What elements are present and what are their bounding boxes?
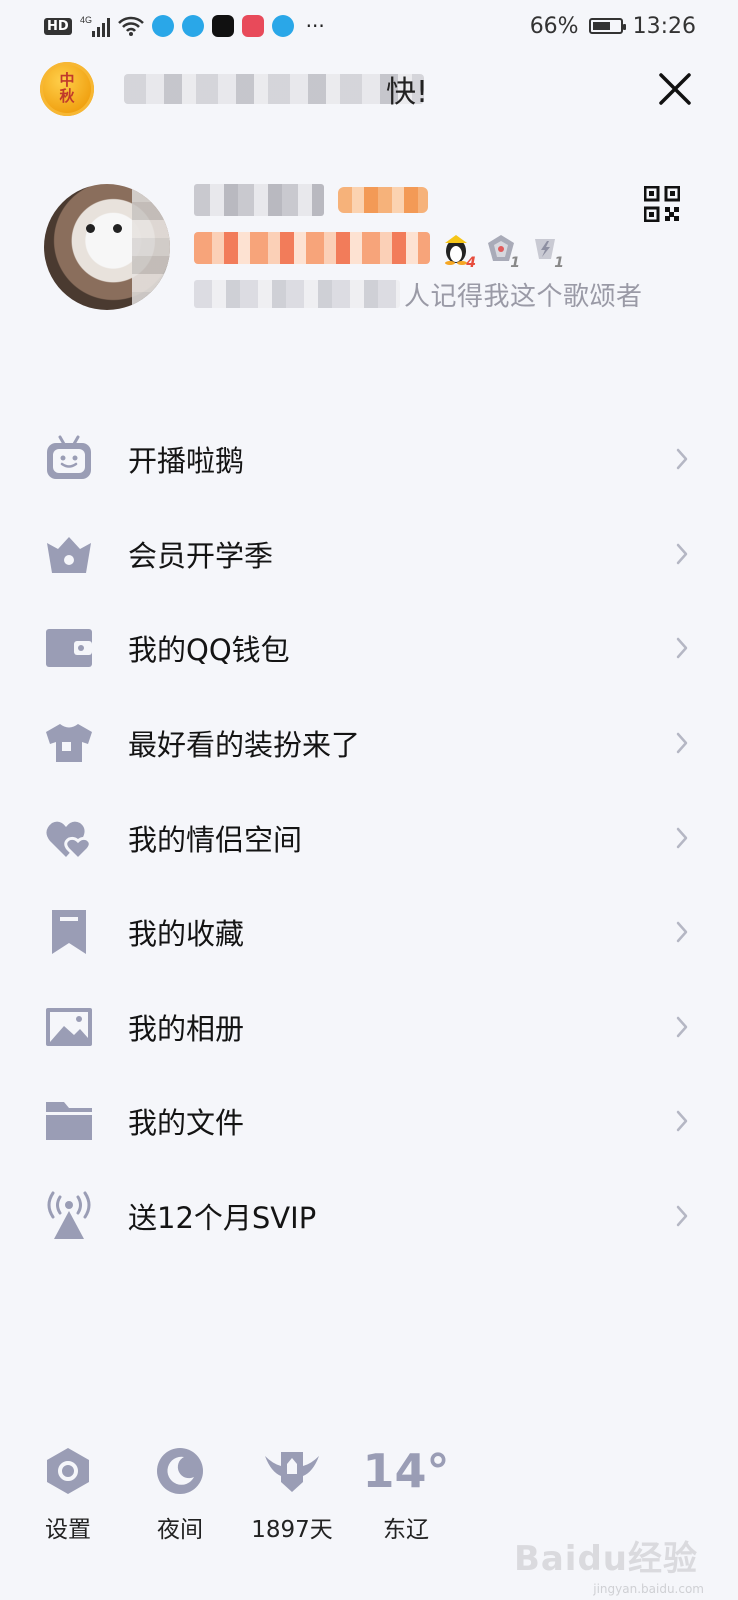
badge-count: 1 — [510, 255, 520, 271]
weather-button[interactable]: 14° 东辽 — [356, 1440, 456, 1550]
photo-icon — [44, 1002, 94, 1052]
menu-item-label: 送12个月SVIP — [128, 1201, 317, 1236]
bookmark-icon — [44, 907, 94, 957]
menu-item-wallet[interactable]: 我的QQ钱包 — [0, 601, 738, 696]
chevron-right-icon — [676, 732, 688, 754]
battery-icon — [588, 18, 626, 34]
broadcast-icon — [44, 1191, 94, 1241]
network-type: 4G — [80, 15, 92, 25]
name-row — [194, 182, 428, 218]
folder-icon — [44, 1096, 94, 1146]
qq-app-icon — [151, 15, 174, 37]
qq-age-label: 1897天 — [251, 1517, 333, 1543]
badge-count: 1 — [554, 255, 564, 271]
menu-item-couple-space[interactable]: 我的情侣空间 — [0, 790, 738, 885]
hd-indicator: HD — [44, 17, 72, 35]
badge-char-bottom: 秋 — [59, 87, 75, 105]
clock: 13:26 — [632, 13, 696, 39]
menu-item-vip-season[interactable]: 会员开学季 — [0, 507, 738, 602]
location-label: 东辽 — [383, 1517, 429, 1543]
pixelated-nickname — [194, 184, 324, 216]
menu-item-svip-gift[interactable]: 送12个月SVIP — [0, 1169, 738, 1264]
wifi-icon — [117, 15, 144, 37]
wallet-icon — [44, 623, 94, 673]
banner-message[interactable]: 快! — [124, 62, 698, 116]
winged-badge-icon — [261, 1440, 323, 1502]
settings-icon — [37, 1440, 99, 1502]
menu-item-favorites[interactable]: 我的收藏 — [0, 885, 738, 980]
mid-autumn-badge-icon[interactable]: 中 秋 — [40, 62, 94, 116]
signature-text: 人记得我这个歌颂者 — [404, 281, 643, 312]
qq-age-button[interactable]: 1897天 — [242, 1440, 342, 1550]
battery-percent: 66% — [529, 13, 579, 39]
settings-button[interactable]: 设置 — [18, 1440, 118, 1550]
pixelated-vip-badge — [338, 187, 428, 213]
close-button[interactable] — [652, 66, 698, 112]
chevron-right-icon — [676, 638, 688, 659]
menu-item-themes[interactable]: 最好看的装扮来了 — [0, 696, 738, 791]
chevron-right-icon — [676, 1016, 688, 1038]
menu-item-live[interactable]: 开播啦鹅 — [0, 412, 738, 507]
hearts-icon — [44, 813, 94, 863]
moon-icon — [149, 1440, 211, 1502]
top-banner: 中 秋 快! — [40, 62, 698, 116]
qr-code-icon — [643, 185, 681, 223]
chevron-right-icon — [676, 827, 688, 848]
more-notifications: ··· — [305, 14, 325, 38]
chevron-right-icon — [676, 922, 688, 943]
level-row[interactable]: 4 1 1 — [194, 228, 564, 271]
armor-badge-icon: 1 — [484, 231, 520, 271]
tv-robot-icon — [44, 434, 94, 484]
baidu-watermark: Baidu经验 — [513, 1539, 698, 1579]
temperature: 14° — [362, 1444, 450, 1498]
menu-item-label: 开播啦鹅 — [128, 444, 245, 479]
pixelated-text — [124, 74, 424, 104]
chevron-right-icon — [676, 449, 688, 470]
chevron-right-icon — [676, 1205, 688, 1227]
banner-visible-text: 快! — [386, 75, 429, 110]
chevron-right-icon — [676, 543, 688, 565]
menu-item-label: 会员开学季 — [128, 538, 274, 573]
pixelated-level-icons — [194, 232, 430, 264]
avatar[interactable] — [44, 184, 170, 310]
status-bar: HD 4G ··· 66% 13:26 — [0, 0, 738, 52]
qq-penguin-badge-icon: 4 — [440, 231, 476, 271]
pixelated-signature — [194, 280, 400, 308]
profile-card[interactable]: 4 1 1 人记得我这个歌颂者 — [44, 180, 684, 320]
baidu-watermark-url: jingyan.baidu.com — [593, 1582, 704, 1596]
night-mode-button[interactable]: 夜间 — [130, 1440, 230, 1550]
menu-item-files[interactable]: 我的文件 — [0, 1074, 738, 1169]
menu-item-label: 我的相册 — [128, 1011, 245, 1046]
menu-item-label: 我的情侣空间 — [128, 822, 303, 857]
menu-item-label: 我的QQ钱包 — [128, 633, 290, 668]
battery-fill — [592, 22, 610, 30]
capcut-app-icon — [211, 15, 234, 37]
qr-code-button[interactable] — [643, 185, 681, 223]
signal-icon: 4G — [80, 15, 110, 37]
pixelated-area — [132, 184, 170, 310]
drawer-menu: 开播啦鹅 会员开学季 我的QQ钱包 最好看的装扮来了 我的情侣空间 我的收藏 我… — [0, 412, 738, 1263]
qq-app-icon-2 — [181, 15, 204, 37]
menu-item-album[interactable]: 我的相册 — [0, 980, 738, 1075]
chevron-right-icon — [676, 1111, 688, 1132]
menu-item-label: 最好看的装扮来了 — [128, 728, 361, 763]
badge-count: 4 — [466, 255, 476, 271]
crown-icon — [44, 529, 94, 579]
lightning-badge-icon: 1 — [528, 231, 564, 271]
settings-label: 设置 — [45, 1517, 91, 1543]
tshirt-icon — [44, 718, 94, 768]
status-left: HD 4G ··· — [44, 14, 325, 38]
qq-app-icon-3 — [271, 15, 294, 37]
night-label: 夜间 — [157, 1517, 203, 1543]
huawei-app-icon — [241, 15, 264, 37]
signature-row[interactable]: 人记得我这个歌颂者 — [194, 276, 643, 312]
menu-item-label: 我的收藏 — [128, 917, 245, 952]
close-icon — [659, 73, 691, 105]
menu-item-label: 我的文件 — [128, 1106, 245, 1141]
avatar-face — [86, 224, 122, 234]
status-right: 66% 13:26 — [530, 14, 696, 39]
